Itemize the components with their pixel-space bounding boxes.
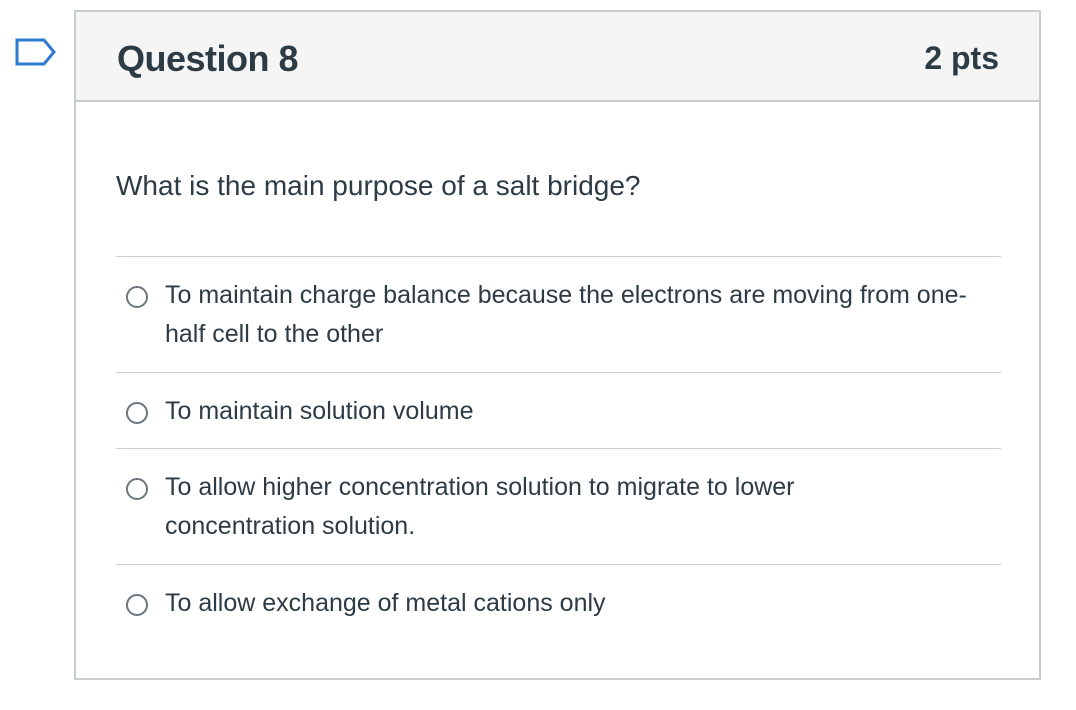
- question-text: What is the main purpose of a salt bridg…: [116, 170, 641, 201]
- radio-button[interactable]: [126, 594, 148, 616]
- answer-label: To allow higher concentration solution t…: [165, 473, 795, 540]
- question-points: 2 pts: [924, 40, 999, 76]
- answer-option-2[interactable]: To maintain solution volume: [116, 373, 1001, 449]
- answer-label: To maintain solution volume: [165, 397, 474, 425]
- question-title: Question 8: [117, 38, 299, 79]
- answer-label: To allow exchange of metal cations only: [165, 589, 606, 617]
- answer-option-4[interactable]: To allow exchange of metal cations only: [116, 565, 1001, 641]
- answer-option-3[interactable]: To allow higher concentration solution t…: [116, 449, 1001, 565]
- flag-question-icon[interactable]: [14, 37, 58, 73]
- question-header: Question 8 2 pts: [76, 12, 1039, 102]
- radio-button[interactable]: [126, 286, 148, 308]
- answer-label: To maintain charge balance because the e…: [165, 281, 967, 348]
- radio-button[interactable]: [126, 478, 148, 500]
- radio-button[interactable]: [126, 402, 148, 424]
- answer-option-1[interactable]: To maintain charge balance because the e…: [116, 257, 1001, 373]
- answer-list: To maintain charge balance because the e…: [116, 256, 1001, 641]
